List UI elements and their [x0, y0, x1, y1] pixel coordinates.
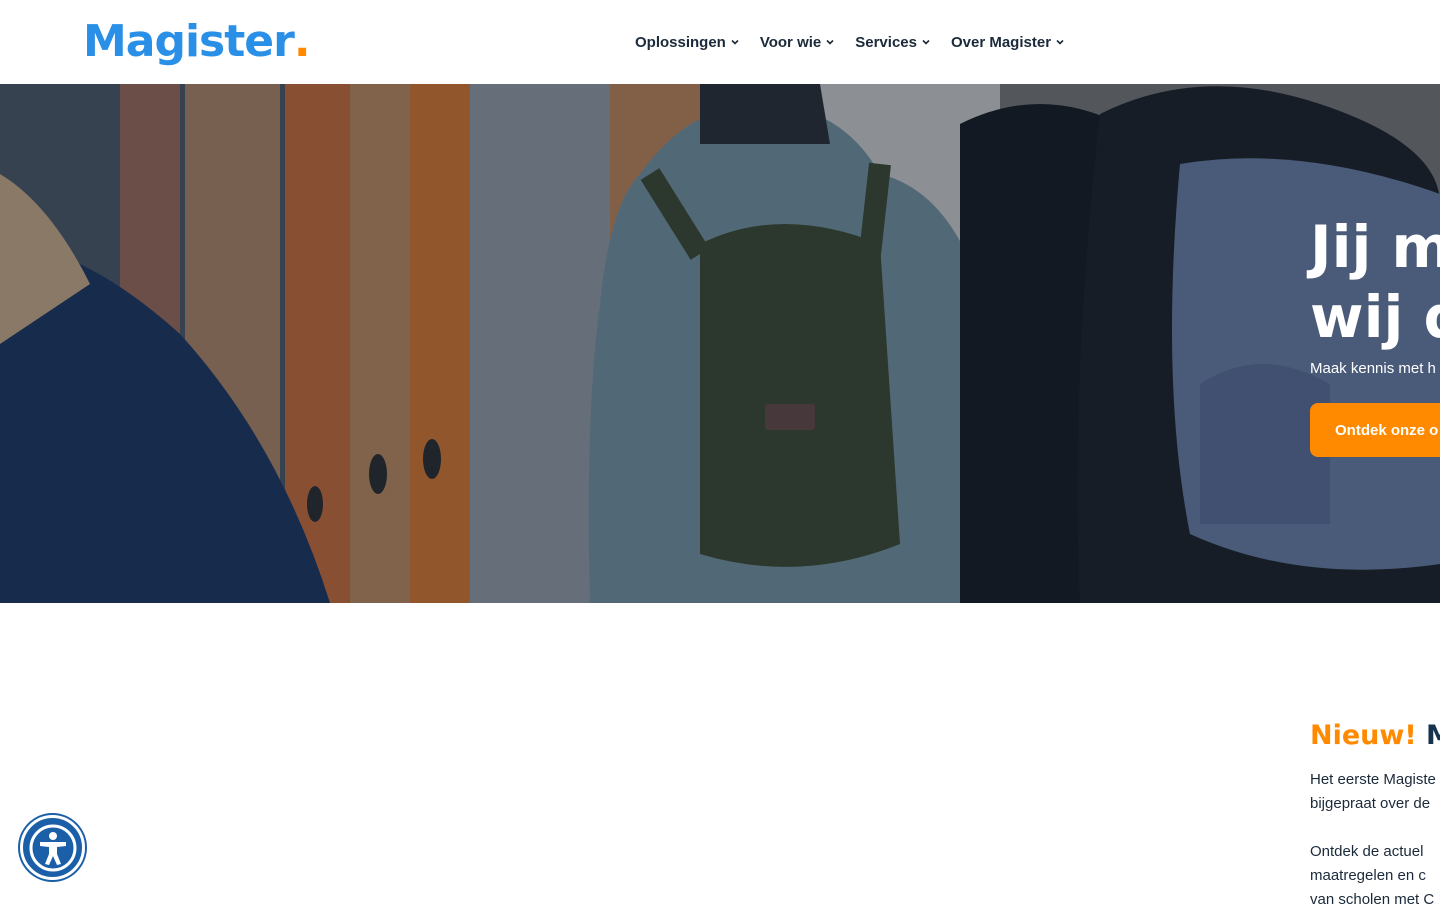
news-paragraph-1-line-2: bijgepraat over de — [1310, 795, 1431, 812]
magister-logo[interactable]: Magister. — [83, 14, 311, 70]
chevron-down-icon — [922, 39, 930, 45]
news-heading: Nieuw! Ma — [1310, 718, 1440, 754]
hero-cta-button[interactable]: Ontdek onze o — [1310, 403, 1440, 457]
nav-label: Voor wie — [759, 33, 822, 51]
accessibility-icon — [29, 824, 76, 871]
nav-item-oplossingen[interactable]: Oplossingen — [635, 34, 740, 51]
hero-overlay — [0, 84, 1440, 603]
news-paragraph-1-line-1: Het eerste Magiste — [1310, 771, 1436, 788]
news-new-label: Nieuw! — [1310, 720, 1417, 751]
logo-dot: . — [293, 16, 311, 67]
hero-subtitle: Maak kennis met h — [1310, 360, 1436, 377]
news-paragraph-2-line-3: van scholen met C — [1310, 891, 1435, 908]
hero-title-line-2: wij d — [1310, 283, 1440, 351]
news-paragraph-2-line-1: Ontdek de actuel — [1310, 843, 1424, 860]
chevron-down-icon — [1056, 39, 1064, 45]
logo-text: Magister — [83, 16, 295, 67]
main-nav: Oplossingen Voor wie Services Over Magis… — [635, 28, 1065, 56]
hero-banner: Jij m wij d Maak kennis met h Ontdek onz… — [0, 84, 1440, 603]
news-section: Nieuw! Ma Het eerste Magiste bijgepraat … — [1310, 718, 1440, 912]
news-heading-text: Ma — [1426, 720, 1440, 751]
nav-item-services[interactable]: Services — [855, 34, 931, 51]
hero-title-line-1: Jij m — [1310, 213, 1440, 281]
nav-label: Over Magister — [950, 33, 1052, 51]
news-paragraph-2-line-2: maatregelen en c — [1310, 867, 1426, 884]
hero-title: Jij m wij d — [1310, 212, 1440, 352]
nav-item-over-magister[interactable]: Over Magister — [951, 34, 1065, 51]
chevron-down-icon — [826, 39, 834, 45]
nav-label: Oplossingen — [635, 33, 726, 51]
accessibility-button[interactable] — [20, 815, 85, 880]
site-header: Magister. Oplossingen Voor wie Services … — [0, 0, 1440, 84]
nav-label: Services — [855, 33, 917, 51]
nav-item-voor-wie[interactable]: Voor wie — [760, 34, 835, 51]
chevron-down-icon — [731, 39, 739, 45]
news-paragraph-1: Het eerste Magiste bijgepraat over de — [1310, 768, 1440, 816]
news-paragraph-2: Ontdek de actuel maatregelen en c van sc… — [1310, 840, 1440, 912]
